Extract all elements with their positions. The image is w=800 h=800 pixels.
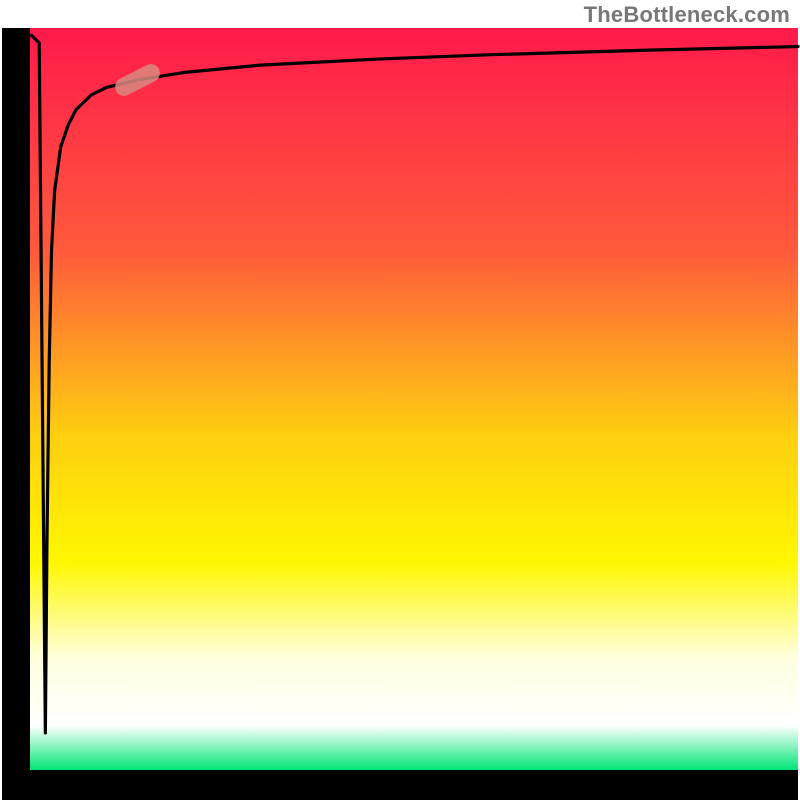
y-axis [2,28,30,800]
bottleneck-chart [0,0,800,800]
watermark-label: TheBottleneck.com [584,2,790,28]
plot-area [30,28,798,770]
x-axis [2,770,798,800]
chart-stage: TheBottleneck.com [0,0,800,800]
